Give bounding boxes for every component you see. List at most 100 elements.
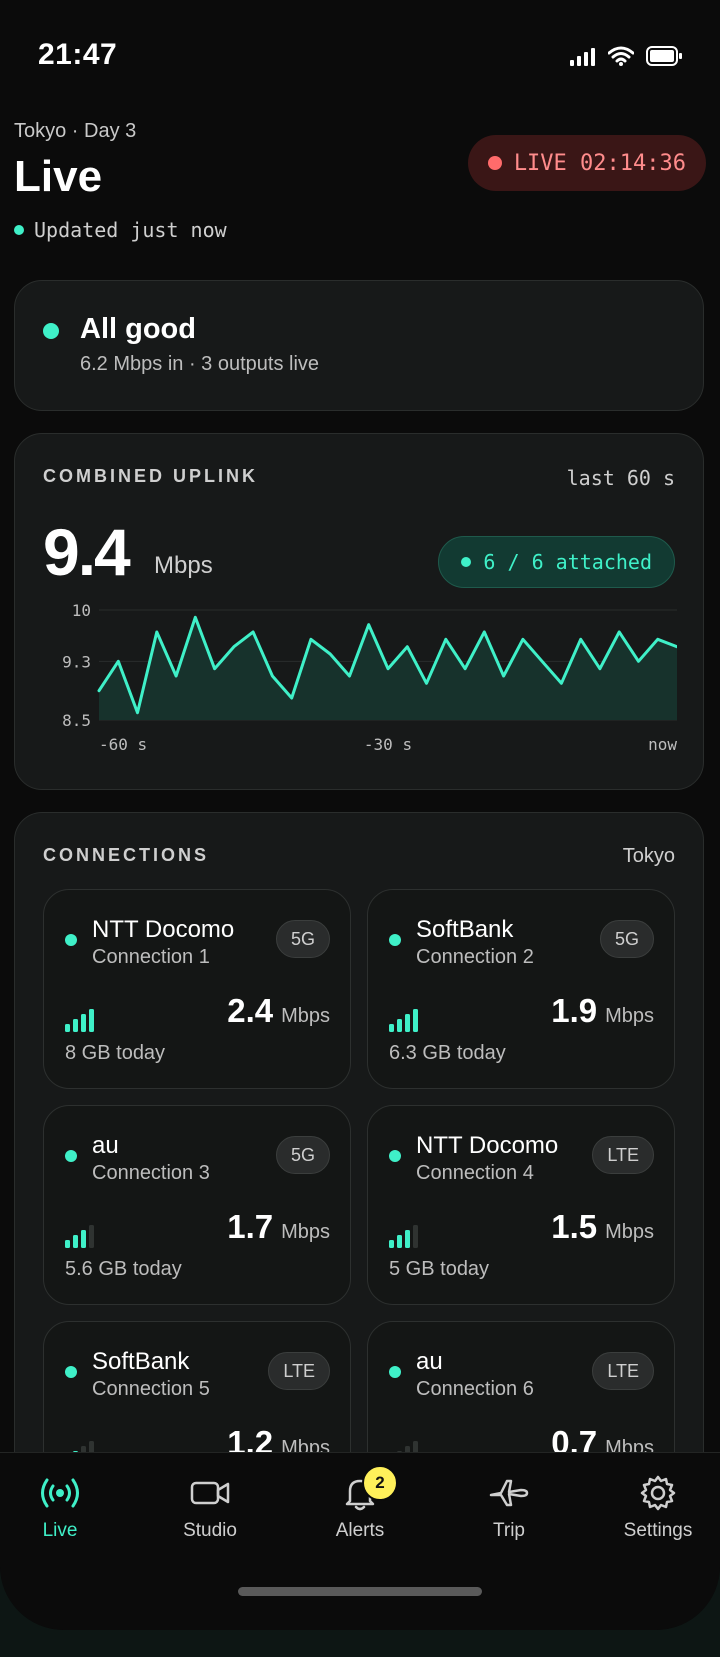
- updated-text: Updated just now: [34, 218, 227, 242]
- connections-card: CONNECTIONS Tokyo NTT Docomo Connection 1…: [14, 812, 704, 1521]
- alerts-icon-wrap: 2: [338, 1465, 398, 1516]
- speed-unit: Mbps: [281, 1005, 330, 1027]
- live-timer-badge[interactable]: LIVE 02:14:36: [467, 135, 706, 191]
- signal-bar: [65, 1240, 70, 1248]
- network-type-badge: 5G: [275, 920, 330, 958]
- data-usage: 8 GB today: [65, 1042, 166, 1064]
- network-type-badge: LTE: [592, 1352, 654, 1390]
- nav-alerts[interactable]: 2 Alerts: [290, 1465, 430, 1542]
- uplink-chart: 10 9.3 8.5 -60 s -30 s now: [62, 604, 677, 754]
- nav-live[interactable]: Live: [0, 1475, 130, 1542]
- live-dot-icon: [487, 156, 502, 170]
- network-type-badge: 5G: [275, 1136, 330, 1174]
- uplink-value: 9.4: [43, 515, 131, 589]
- connection-status-dot: [389, 934, 401, 946]
- y-tick-label: 8.5: [62, 711, 91, 730]
- nav-settings-label: Settings: [623, 1520, 693, 1541]
- connection-tile[interactable]: SoftBank Connection 2 5G 1.9 Mbps 6.3 GB toda…: [367, 889, 675, 1089]
- nav-studio-label: Studio: [183, 1520, 237, 1541]
- connections-location: Tokyo: [622, 845, 675, 867]
- health-dot-icon: [43, 323, 59, 339]
- nav-trip[interactable]: Trip: [439, 1475, 579, 1542]
- signal-bar: [389, 1024, 394, 1032]
- connection-speed: 2.4 Mbps: [227, 992, 330, 1030]
- speed-unit: Mbps: [281, 1221, 330, 1243]
- speed-unit: Mbps: [605, 1005, 654, 1027]
- status-icons: [570, 46, 682, 66]
- x-tick-label: -60 s: [99, 735, 147, 754]
- home-indicator: [238, 1587, 482, 1596]
- speed-value: 2.4: [227, 992, 274, 1029]
- network-type-badge: LTE: [268, 1352, 330, 1390]
- battery-icon: [646, 46, 682, 66]
- nav-studio[interactable]: Studio: [140, 1475, 280, 1542]
- attached-dot-icon: [461, 557, 472, 567]
- connection-speed: 1.5 Mbps: [551, 1208, 654, 1246]
- uplink-label: COMBINED UPLINK: [43, 466, 258, 486]
- connection-status-dot: [389, 1366, 401, 1378]
- signal-strength-icon: [65, 1009, 94, 1032]
- cellular-signal-icon: [570, 48, 595, 66]
- attached-text: 6 / 6 attached: [483, 550, 652, 574]
- x-tick-label: -30 s: [364, 735, 412, 754]
- nav-live-label: Live: [42, 1520, 78, 1541]
- connections-label: CONNECTIONS: [43, 845, 210, 865]
- connection-number: Connection 1: [92, 946, 210, 968]
- uplink-range: last 60 s: [566, 466, 675, 490]
- carrier-name: au: [92, 1132, 119, 1159]
- video-camera-icon: [190, 1481, 230, 1505]
- trip-subtitle: Tokyo · Day 3: [14, 120, 137, 142]
- signal-bar: [413, 1009, 418, 1032]
- signal-bar: [73, 1019, 78, 1032]
- nav-settings[interactable]: Settings: [588, 1475, 720, 1542]
- signal-bar: [65, 1024, 70, 1032]
- signal-strength-icon: [65, 1225, 94, 1248]
- airplane-icon: [489, 1479, 529, 1507]
- signal-strength-icon: [389, 1009, 418, 1032]
- connection-number: Connection 3: [92, 1162, 210, 1184]
- carrier-name: NTT Docomo: [416, 1132, 559, 1159]
- attached-badge[interactable]: 6 / 6 attached: [438, 536, 675, 588]
- signal-bar: [89, 1225, 94, 1248]
- speed-unit: Mbps: [605, 1221, 654, 1243]
- data-usage: 6.3 GB today: [389, 1042, 506, 1064]
- connection-status-dot: [65, 1366, 77, 1378]
- connection-status-dot: [389, 1150, 401, 1162]
- signal-bar: [405, 1014, 410, 1032]
- connection-tile[interactable]: NTT Docomo Connection 1 5G 2.4 Mbps 8 GB toda…: [43, 889, 351, 1089]
- combined-uplink-card: COMBINED UPLINK last 60 s 9.4 Mbps 6 / 6…: [14, 433, 704, 790]
- health-title: All good: [80, 313, 196, 345]
- speed-value: 1.9: [551, 992, 598, 1029]
- signal-bar: [81, 1230, 86, 1248]
- uplink-unit: Mbps: [154, 552, 213, 579]
- signal-bar: [397, 1235, 402, 1248]
- connection-tile[interactable]: NTT Docomo Connection 4 LTE 1.5 Mbps 5 GB tod…: [367, 1105, 675, 1305]
- y-tick-label: 10: [72, 604, 91, 620]
- signal-bar: [413, 1225, 418, 1248]
- x-tick-label: now: [648, 735, 677, 754]
- carrier-name: SoftBank: [92, 1348, 190, 1375]
- carrier-name: SoftBank: [416, 916, 514, 943]
- signal-bar: [405, 1230, 410, 1248]
- health-description: 6.2 Mbps in · 3 outputs live: [80, 353, 320, 375]
- signal-bar: [81, 1014, 86, 1032]
- network-type-badge: 5G: [599, 920, 654, 958]
- connection-tile[interactable]: au Connection 3 5G 1.7 Mbps 5.6 GB today: [43, 1105, 351, 1305]
- signal-bar: [397, 1019, 402, 1032]
- connection-status-dot: [65, 934, 77, 946]
- wifi-icon: [608, 46, 634, 66]
- connection-number: Connection 6: [416, 1378, 534, 1400]
- speed-value: 1.5: [551, 1208, 598, 1245]
- y-tick-label: 9.3: [62, 652, 91, 671]
- connection-speed: 1.9 Mbps: [551, 992, 654, 1030]
- signal-strength-icon: [389, 1225, 418, 1248]
- speed-value: 1.7: [227, 1208, 274, 1245]
- page-title: Live: [14, 152, 103, 201]
- connection-number: Connection 5: [92, 1378, 210, 1400]
- health-status-card[interactable]: All good 6.2 Mbps in · 3 outputs live: [14, 280, 704, 411]
- nav-alerts-label: Alerts: [335, 1520, 385, 1541]
- status-time: 21:47: [38, 38, 118, 71]
- connection-status-dot: [65, 1150, 77, 1162]
- connection-number: Connection 2: [416, 946, 534, 968]
- updated-dot-icon: [14, 225, 24, 235]
